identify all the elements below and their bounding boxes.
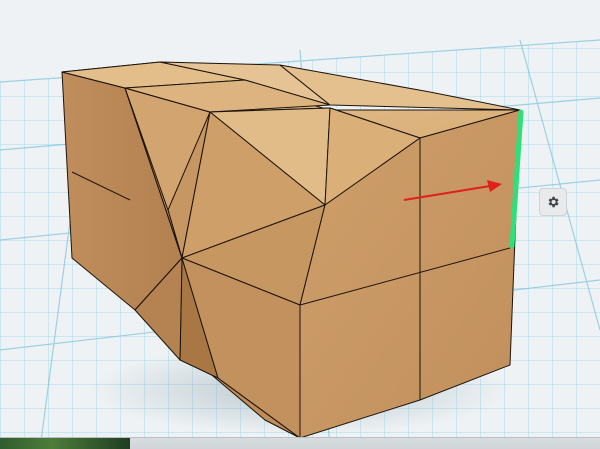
settings-button[interactable] <box>539 188 567 216</box>
3d-viewport[interactable] <box>0 0 600 449</box>
bottom-panel <box>0 437 600 449</box>
texture-thumbnail[interactable] <box>0 438 130 449</box>
scene-canvas[interactable] <box>0 0 600 449</box>
gear-icon <box>548 196 559 208</box>
